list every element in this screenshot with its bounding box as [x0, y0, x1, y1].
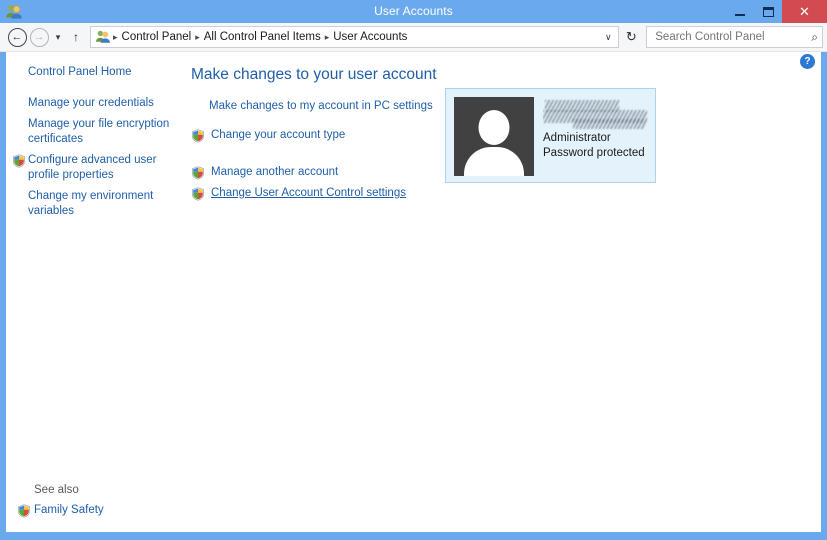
avatar — [454, 97, 534, 176]
main-panel: ? Make changes to your user account Make… — [181, 52, 821, 532]
close-button[interactable]: ✕ — [782, 0, 827, 23]
back-arrow-icon: ← — [7, 27, 27, 47]
breadcrumb-control-panel[interactable]: Control Panel — [119, 27, 195, 47]
see-also-item-label: Family Safety — [34, 504, 104, 516]
uac-shield-icon — [191, 187, 205, 201]
breadcrumb-all-control-panel-items[interactable]: All Control Panel Items — [201, 27, 324, 47]
window-controls: ✕ — [726, 0, 827, 23]
close-icon: ✕ — [799, 4, 810, 19]
avatar-head — [478, 110, 510, 145]
sidebar-item-label: Configure advanced user profile properti… — [28, 154, 157, 181]
breadcrumb-user-accounts[interactable]: User Accounts — [330, 27, 410, 47]
window-bottom-edge — [0, 532, 827, 540]
sidebar-item-label: Manage your file encryption certificates — [28, 118, 170, 145]
uac-shield-icon — [191, 166, 205, 180]
user-accounts-window: User Accounts ✕ ← → ▾ ↑ ▸ Control Panel … — [0, 0, 827, 540]
account-name-redacted — [543, 99, 649, 131]
help-button[interactable]: ? — [800, 54, 815, 69]
avatar-body — [464, 147, 524, 176]
back-button[interactable]: ← — [6, 26, 28, 48]
content-area: Control Panel Home Manage your credentia… — [0, 52, 827, 532]
window-title: User Accounts — [374, 4, 453, 18]
sidebar-item-manage-file-encryption-certificates[interactable]: Manage your file encryption certificates — [6, 114, 181, 150]
uac-shield-icon — [17, 504, 31, 518]
navigation-bar: ← → ▾ ↑ ▸ Control Panel ▸ All Control Pa… — [0, 23, 827, 52]
up-button[interactable]: ↑ — [66, 26, 86, 48]
maximize-button[interactable] — [754, 0, 782, 23]
task-label: Change User Account Control settings — [211, 187, 406, 199]
sidebar-item-label: Change my environment variables — [28, 190, 154, 217]
address-bar[interactable]: ▸ Control Panel ▸ All Control Panel Item… — [90, 26, 620, 48]
sidebar-item-configure-advanced-user-profile-properties[interactable]: Configure advanced user profile properti… — [6, 150, 181, 186]
search-icon: ⌕ — [811, 29, 818, 44]
see-also-item-family-safety[interactable]: Family Safety — [6, 501, 181, 520]
sidebar: Control Panel Home Manage your credentia… — [6, 52, 181, 532]
refresh-button[interactable]: ↻ — [620, 26, 642, 48]
search-box[interactable]: ⌕ — [646, 26, 823, 48]
account-type: Administrator — [543, 132, 611, 144]
recent-locations-button[interactable]: ▾ — [50, 26, 66, 48]
forward-arrow-icon: → — [29, 27, 49, 47]
title-bar: User Accounts ✕ — [0, 0, 827, 23]
link-label: Make changes to my account in PC setting… — [209, 100, 433, 112]
task-change-user-account-control-settings[interactable]: Change User Account Control settings — [191, 183, 821, 204]
breadcrumb-user-accounts-icon — [95, 29, 111, 45]
see-also-section: See also Family Safety — [6, 484, 181, 520]
uac-shield-icon — [191, 129, 205, 143]
forward-button[interactable]: → — [28, 26, 50, 48]
search-input[interactable] — [653, 30, 812, 44]
sidebar-item-label: Control Panel Home — [28, 66, 132, 78]
user-accounts-icon — [5, 3, 23, 21]
account-details: Administrator Password protected — [534, 97, 649, 161]
task-label: Change your account type — [211, 129, 346, 141]
sidebar-item-control-panel-home[interactable]: Control Panel Home — [6, 61, 181, 84]
uac-shield-icon — [12, 154, 26, 168]
password-status: Password protected — [543, 147, 645, 159]
page-title: Make changes to your user account — [191, 66, 437, 83]
minimize-icon — [735, 13, 745, 16]
sidebar-item-label: Manage your credentials — [28, 97, 154, 109]
task-label: Manage another account — [211, 166, 339, 178]
sidebar-item-manage-your-credentials[interactable]: Manage your credentials — [6, 93, 181, 114]
redaction-stroke — [573, 119, 645, 129]
chevron-down-icon[interactable]: ∨ — [600, 32, 616, 43]
minimize-button[interactable] — [726, 0, 754, 23]
maximize-icon — [762, 6, 774, 17]
see-also-title: See also — [34, 484, 79, 496]
current-account-tile[interactable]: Administrator Password protected — [445, 88, 656, 183]
sidebar-item-change-my-environment-variables[interactable]: Change my environment variables — [6, 186, 181, 222]
